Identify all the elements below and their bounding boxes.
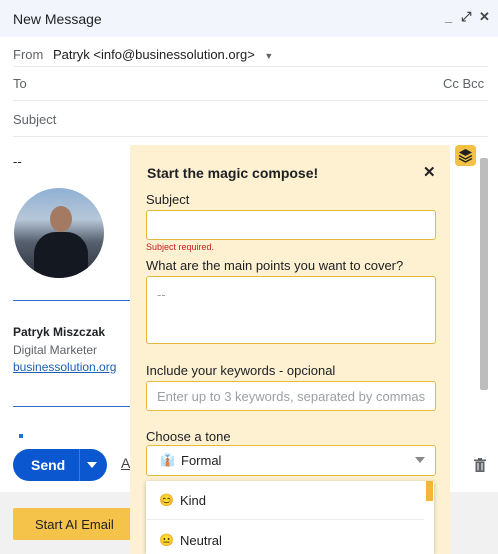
signature-link[interactable]: businessolution.org	[13, 360, 116, 374]
kind-emoji-icon: 😊	[159, 493, 174, 507]
keywords-label: Include your keywords - opcional	[146, 363, 336, 378]
points-textarea[interactable]: --	[146, 276, 436, 344]
tone-option-kind[interactable]: 😊 Kind	[146, 481, 424, 520]
panel-title: Start the magic compose!	[147, 165, 319, 181]
layers-icon[interactable]	[455, 145, 476, 166]
tone-option-label: Kind	[180, 493, 207, 508]
popout-icon[interactable]: ⤢	[461, 9, 471, 25]
signature-dash: --	[13, 154, 22, 169]
to-label[interactable]: To	[13, 76, 27, 91]
divider	[13, 66, 488, 67]
dropdown-scrollbar-thumb[interactable]	[426, 481, 433, 501]
send-divider	[79, 449, 80, 481]
formatting-icon[interactable]: A	[121, 455, 130, 471]
points-value: --	[157, 287, 166, 302]
avatar-head	[50, 206, 72, 232]
chevron-down-icon[interactable]	[415, 457, 425, 463]
keywords-input[interactable]: Enter up to 3 keywords, separated by com…	[146, 381, 436, 411]
points-label: What are the main points you want to cov…	[146, 258, 404, 273]
signature-rule	[13, 406, 130, 407]
tone-option-label: Neutral	[180, 533, 222, 548]
divider	[13, 136, 488, 137]
signature-name: Patryk Miszczak	[13, 325, 106, 339]
start-ai-email-button[interactable]: Start AI Email	[13, 508, 134, 540]
start-ai-email-label: Start AI Email	[35, 517, 114, 532]
magic-compose-panel: Start the magic compose! ✕ Subject Subje…	[130, 145, 450, 554]
scrollbar[interactable]	[480, 158, 488, 390]
subject-error: Subject required.	[146, 242, 215, 252]
trash-icon[interactable]	[474, 458, 486, 472]
signature-rule	[13, 300, 130, 301]
divider	[13, 100, 488, 101]
tone-select[interactable]: 👔 Formal	[146, 445, 436, 476]
window-title-bar: New Message _ ⤢ ✕	[0, 0, 498, 37]
tone-emoji-icon: 👔	[160, 453, 175, 467]
send-options-icon[interactable]	[87, 462, 97, 468]
avatar-body	[34, 232, 88, 278]
signature-dot	[19, 434, 23, 438]
subject-input[interactable]: Subject	[13, 112, 56, 127]
from-label: From	[13, 47, 44, 62]
send-label: Send	[31, 457, 66, 473]
subject-label: Subject	[146, 192, 190, 207]
close-icon[interactable]: ✕	[479, 9, 490, 25]
from-row[interactable]: From Patryk <info@businessolution.org> ▼	[13, 47, 273, 62]
tone-option-neutral[interactable]: 😐 Neutral	[146, 521, 424, 554]
send-button[interactable]: Send	[13, 449, 107, 481]
tone-dropdown: 😊 Kind 😐 Neutral	[146, 481, 434, 554]
from-value[interactable]: Patryk <info@businessolution.org>	[53, 47, 255, 62]
tone-selected-value: Formal	[181, 453, 222, 468]
neutral-emoji-icon: 😐	[159, 533, 174, 547]
cc-bcc-link[interactable]: Cc Bcc	[443, 76, 484, 91]
minimize-icon[interactable]: _	[445, 9, 452, 24]
keywords-placeholder: Enter up to 3 keywords, separated by com…	[157, 389, 426, 404]
close-icon[interactable]: ✕	[423, 163, 436, 181]
signature-role: Digital Marketer	[13, 343, 98, 357]
magic-subject-input[interactable]	[146, 210, 436, 240]
chevron-down-icon[interactable]: ▼	[264, 51, 273, 61]
avatar	[14, 188, 104, 278]
tone-label: Choose a tone	[146, 429, 231, 444]
window-title: New Message	[13, 11, 102, 27]
